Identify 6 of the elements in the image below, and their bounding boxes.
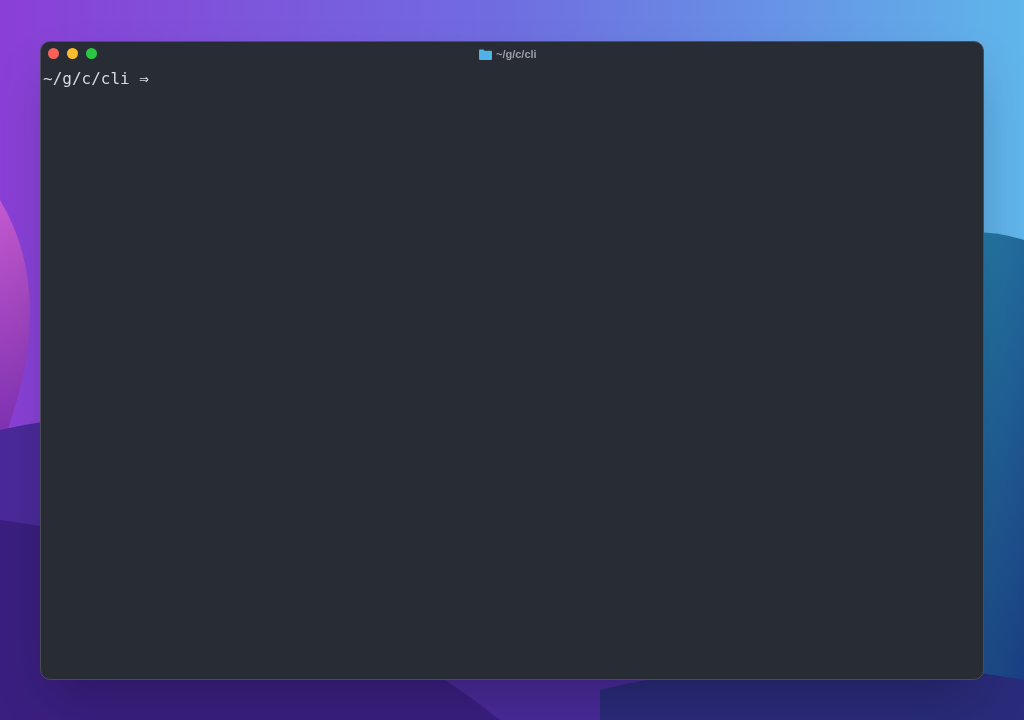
- folder-icon: [479, 48, 492, 60]
- window-title: ~/g/c/cli: [496, 47, 537, 62]
- prompt-line: ~/g/c/cli ⇒: [43, 68, 149, 90]
- minimize-button[interactable]: [67, 47, 78, 59]
- close-button[interactable]: [48, 47, 59, 59]
- zoom-button[interactable]: [86, 47, 97, 59]
